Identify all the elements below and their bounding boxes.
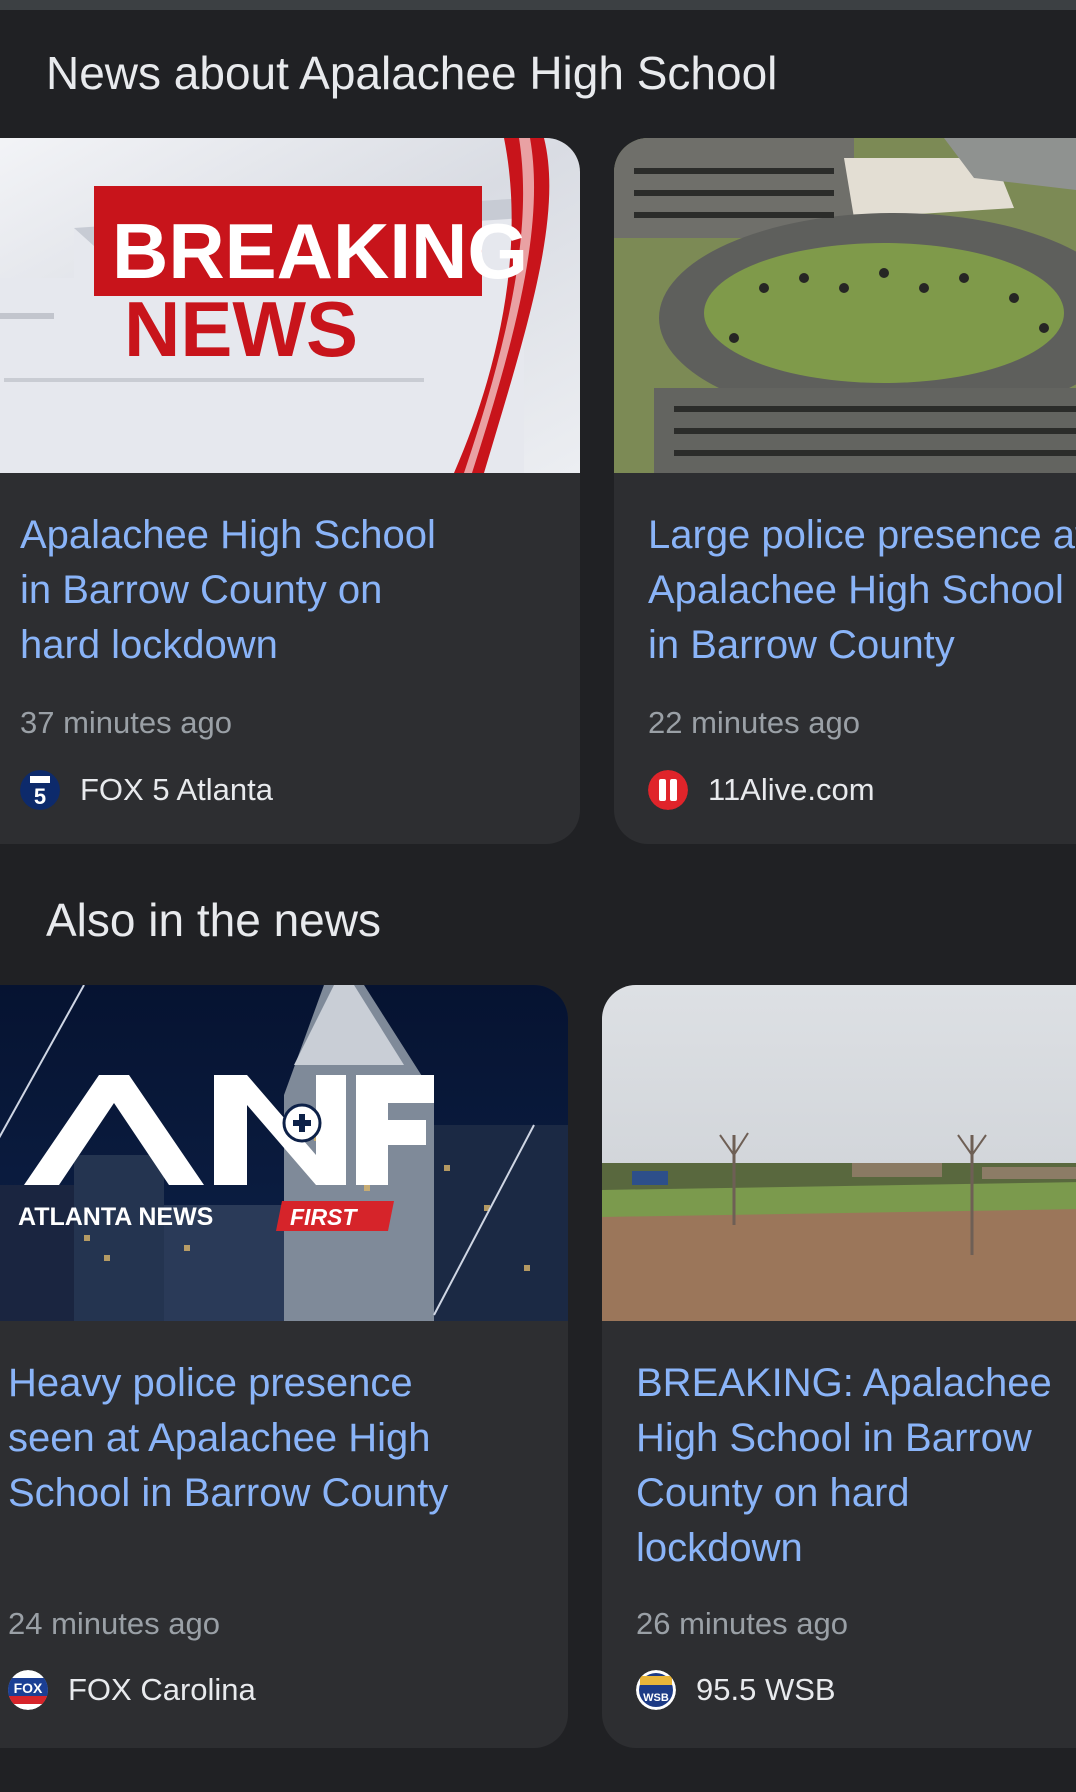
- atlanta-news-first-logo-icon: ATLANTA NEWS FIRST: [0, 985, 568, 1321]
- article-thumbnail: [614, 138, 1076, 473]
- svg-text:BREAKING: BREAKING: [112, 207, 528, 295]
- svg-text:5: 5: [34, 784, 46, 809]
- svg-text:WSB: WSB: [643, 1692, 669, 1704]
- article-time: 37 minutes ago: [20, 705, 232, 740]
- article-time: 22 minutes ago: [648, 705, 860, 740]
- news-card[interactable]: BREAKING: Apalachee High School in Barro…: [602, 985, 1076, 1748]
- article-source: 5 FOX 5 Atlanta: [20, 768, 273, 812]
- aerial-school-photo-icon: [614, 138, 1076, 473]
- article-source: 11Alive.com: [648, 768, 875, 812]
- source-name: FOX Carolina: [68, 1672, 256, 1707]
- section-title-news-about: News about Apalachee High School: [46, 47, 778, 99]
- school-field-photo-icon: [602, 985, 1076, 1321]
- wsb-logo-icon: WSB: [636, 1670, 676, 1710]
- top-divider: [0, 0, 1076, 10]
- article-headline[interactable]: BREAKING: Apalachee High School in Barro…: [636, 1356, 1052, 1576]
- article-source: WSB 95.5 WSB: [636, 1668, 836, 1712]
- article-thumbnail: ATLANTA NEWS FIRST: [0, 985, 568, 1321]
- breaking-news-graphic-icon: BREAKING NEWS: [0, 138, 580, 473]
- article-headline[interactable]: Apalachee High School in Barrow County o…: [20, 508, 436, 673]
- source-name: FOX 5 Atlanta: [80, 772, 273, 807]
- section-title-also-in-news: Also in the news: [46, 894, 381, 946]
- article-source: FOX FOX Carolina: [8, 1668, 256, 1712]
- svg-text:FIRST: FIRST: [290, 1204, 358, 1230]
- article-thumbnail: BREAKING NEWS: [0, 138, 580, 473]
- top-stories-carousel[interactable]: BREAKING NEWS Apalachee High School in B…: [0, 138, 1076, 844]
- news-card[interactable]: Large police presence at Apalachee High …: [614, 138, 1076, 844]
- article-headline[interactable]: Large police presence at Apalachee High …: [648, 508, 1076, 673]
- fox5-logo-icon: 5: [20, 770, 60, 810]
- 11alive-logo-icon: [648, 770, 688, 810]
- news-card[interactable]: BREAKING NEWS Apalachee High School in B…: [0, 138, 580, 844]
- news-card[interactable]: ATLANTA NEWS FIRST Heavy police presence…: [0, 985, 568, 1748]
- fox-carolina-logo-icon: FOX: [8, 1670, 48, 1710]
- svg-text:NEWS: NEWS: [124, 285, 358, 373]
- article-thumbnail: [602, 985, 1076, 1321]
- svg-text:ATLANTA NEWS: ATLANTA NEWS: [18, 1203, 213, 1231]
- svg-text:FOX: FOX: [14, 1680, 43, 1696]
- also-in-news-carousel[interactable]: ATLANTA NEWS FIRST Heavy police presence…: [0, 985, 1076, 1748]
- article-time: 26 minutes ago: [636, 1606, 848, 1641]
- source-name: 95.5 WSB: [696, 1672, 836, 1707]
- article-time: 24 minutes ago: [8, 1606, 220, 1641]
- source-name: 11Alive.com: [708, 772, 875, 807]
- article-headline[interactable]: Heavy police presence seen at Apalachee …: [8, 1356, 448, 1521]
